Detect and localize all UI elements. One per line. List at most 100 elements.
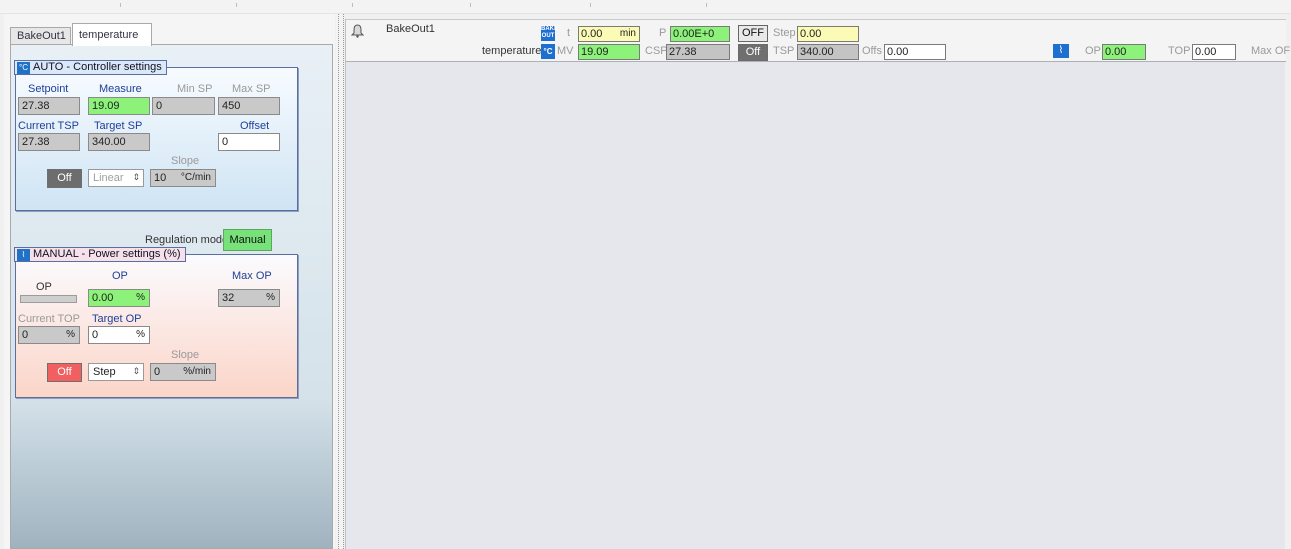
manual-ramp-mode-value: Step	[93, 366, 116, 378]
tab-content: °C AUTO - Controller settings Setpoint M…	[10, 44, 333, 549]
offset-field[interactable]: 0	[218, 133, 280, 151]
toolbar-separator	[706, 3, 707, 7]
current-top-label: Current TOP	[18, 313, 80, 325]
p-field: 0.00E+0	[670, 26, 730, 42]
op-unit: %	[136, 292, 145, 303]
auto-group-title-text: AUTO - Controller settings	[33, 61, 162, 73]
op-label: OP	[112, 270, 128, 282]
regulation-mode-button[interactable]: Manual	[223, 229, 272, 251]
right-overview-panel: BakeOut1 temperature BAKE OUT °C t 0.00 …	[345, 19, 1290, 549]
max-sp-label: Max SP	[232, 83, 271, 95]
top-field[interactable]: 0.00	[1192, 44, 1236, 60]
current-top-unit: %	[66, 329, 75, 340]
op-field: 0.00 %	[88, 289, 150, 307]
manual-off-button[interactable]: Off	[47, 363, 82, 382]
min-sp-label: Min SP	[177, 83, 213, 95]
device-status-strip: BakeOut1 temperature BAKE OUT °C t 0.00 …	[346, 19, 1290, 62]
t-value: 0.00	[581, 28, 603, 40]
target-op-label: Target OP	[92, 313, 142, 325]
tsp-label: TSP	[773, 45, 795, 57]
ramp-mode-select[interactable]: Linear ⇕	[88, 169, 144, 187]
target-sp-label: Target SP	[94, 120, 143, 132]
thermometer-icon: °C	[541, 44, 555, 59]
max-op-field: 32 %	[218, 289, 280, 307]
measure-label: Measure	[99, 83, 142, 95]
spinner-arrows-icon: ⇕	[132, 172, 140, 182]
tab-temperature[interactable]: temperature	[72, 23, 152, 46]
channel-name: temperature	[482, 45, 542, 57]
current-top-value: 0	[22, 329, 29, 341]
ramp-mode-value: Linear	[93, 172, 124, 184]
mv-field: 19.09	[578, 44, 640, 60]
manual-group-title: ⌇ MANUAL - Power settings (%)	[14, 247, 186, 262]
waveform-icon: ⌇	[17, 249, 30, 261]
regulation-off-button[interactable]: Off	[738, 44, 768, 61]
manual-slope-unit: %/min	[183, 366, 211, 377]
regulation-mode-label: Regulation mode	[145, 234, 229, 246]
target-op-unit: %	[136, 329, 145, 340]
op-bar-label: OP	[36, 281, 52, 293]
left-settings-panel: BakeOut1 temperature °C AUTO - Controlle…	[4, 14, 335, 549]
offset-label: Offset	[240, 120, 270, 132]
measure-field: 19.09	[88, 97, 150, 115]
op-field: 0.00	[1102, 44, 1146, 60]
slope-unit: °C/min	[180, 172, 211, 183]
max-sp-field: 450	[218, 97, 280, 115]
bakeout-icon: BAKE OUT	[541, 26, 559, 41]
max-op-value: 32	[222, 292, 235, 304]
auto-controller-settings-group: °C AUTO - Controller settings Setpoint M…	[14, 60, 298, 211]
toolbar-separator	[352, 3, 353, 7]
t-field: 0.00 min	[578, 26, 640, 42]
op-label: OP	[1085, 45, 1101, 57]
csp-field: 27.38	[666, 44, 730, 60]
mv-label: MV	[557, 45, 574, 57]
panel-splitter[interactable]	[336, 14, 344, 549]
bakeout-off-button[interactable]: OFF	[738, 25, 768, 42]
target-op-value: 0	[92, 329, 99, 341]
max-op-label: Max OF	[1251, 45, 1291, 57]
t-label: t	[567, 27, 571, 39]
slope-field[interactable]: 10 °C/min	[150, 169, 216, 187]
step-label: Step	[773, 27, 796, 39]
thermometer-icon: °C	[17, 62, 30, 74]
manual-slope-value: 0	[154, 366, 161, 378]
spinner-arrows-icon: ⇕	[132, 366, 140, 376]
toolbar-separator	[236, 3, 237, 7]
alarm-bell-icon[interactable]	[351, 24, 364, 38]
manual-power-settings-group: ⌇ MANUAL - Power settings (%) OP OP Max …	[14, 247, 298, 398]
setpoint-label: Setpoint	[28, 83, 69, 95]
manual-slope-label: Slope	[171, 349, 200, 361]
manual-slope-field[interactable]: 0 %/min	[150, 363, 216, 381]
current-top-field: 0 %	[18, 326, 80, 344]
tab-bakeout1[interactable]: BakeOut1	[10, 27, 71, 45]
target-op-field[interactable]: 0 %	[88, 326, 150, 344]
max-op-label: Max OP	[232, 270, 272, 282]
device-name: BakeOut1	[386, 23, 435, 35]
t-unit: min	[619, 28, 636, 39]
op-progress-bar	[20, 295, 77, 303]
csp-label: CSP	[645, 45, 668, 57]
max-op-unit: %	[266, 292, 275, 303]
target-sp-field[interactable]: 340.00	[88, 133, 150, 151]
current-tsp-field: 27.38	[18, 133, 80, 151]
toolbar-separator	[470, 3, 471, 7]
step-field: 0.00	[797, 26, 859, 42]
waveform-icon: ⌇	[1053, 44, 1069, 58]
top-label: TOP	[1168, 45, 1191, 57]
auto-off-button[interactable]: Off	[47, 169, 82, 188]
tsp-field: 340.00	[797, 44, 859, 60]
setpoint-field: 27.38	[18, 97, 80, 115]
min-sp-field: 0	[152, 97, 215, 115]
toolbar-separator	[120, 3, 121, 7]
slope-value: 10	[154, 172, 167, 184]
auto-group-title: °C AUTO - Controller settings	[14, 60, 167, 75]
toolbar-separator	[590, 3, 591, 7]
p-label: P	[659, 27, 667, 39]
manual-group-title-text: MANUAL - Power settings (%)	[33, 248, 181, 260]
op-value: 0.00	[92, 292, 114, 304]
top-toolbar-strip	[0, 0, 1291, 14]
offs-label: Offs	[862, 45, 882, 57]
offs-field[interactable]: 0.00	[884, 44, 946, 60]
manual-ramp-mode-select[interactable]: Step ⇕	[88, 363, 144, 381]
current-tsp-label: Current TSP	[18, 120, 79, 132]
